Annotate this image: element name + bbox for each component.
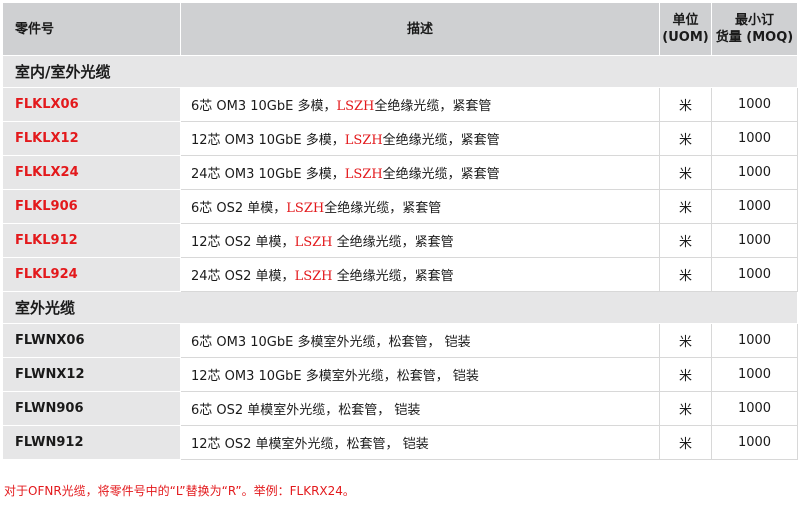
table-row: FLWNX06 6芯 OM3 10GbE 多模室外光缆，松套管， 铠装 米 10…	[2, 323, 798, 358]
header-moq: 最小订 货量 (MOQ)	[711, 2, 798, 56]
table-row: FLKLX12 12芯 OM3 10GbE 多模，LSZH全绝缘光缆，紧套管 米…	[2, 121, 798, 156]
table-row: FLKL912 12芯 OS2 单模，LSZH 全绝缘光缆，紧套管 米 1000	[2, 223, 798, 258]
moq: 1000	[711, 155, 798, 190]
moq: 1000	[711, 121, 798, 156]
moq: 1000	[711, 323, 798, 358]
description-highlight: LSZH	[286, 201, 325, 216]
header-uom-line2: (UOM)	[662, 30, 709, 45]
description: 24芯 OS2 单模，LSZH 全绝缘光缆，紧套管	[180, 257, 660, 292]
description: 24芯 OM3 10GbE 多模，LSZH全绝缘光缆，紧套管	[180, 155, 660, 190]
description-text: 全绝缘光缆，紧套管	[324, 201, 442, 216]
table-row: FLKL924 24芯 OS2 单模，LSZH 全绝缘光缆，紧套管 米 1000	[2, 257, 798, 292]
part-number: FLKLX06	[2, 87, 181, 122]
header-description: 描述	[180, 2, 660, 56]
uom: 米	[659, 223, 712, 258]
part-number: FLKL912	[2, 223, 181, 258]
uom: 米	[659, 121, 712, 156]
description-text: 6芯 OS2 单模，	[191, 201, 287, 216]
description-text: 全绝缘光缆，紧套管	[382, 167, 500, 182]
uom: 米	[659, 87, 712, 122]
moq: 1000	[711, 87, 798, 122]
description-text: 6芯 OM3 10GbE 多模，	[191, 99, 337, 114]
description-text: 全绝缘光缆，紧套管	[382, 133, 500, 148]
part-number: FLWN912	[2, 425, 181, 460]
description-highlight: LSZH	[294, 269, 333, 284]
table-row: FLKL906 6芯 OS2 单模，LSZH全绝缘光缆，紧套管 米 1000	[2, 189, 798, 224]
header-part-number: 零件号	[2, 2, 181, 56]
footnote: 对于OFNR光缆，将零件号中的“L”替换为“R”。举例：FLKRX24。	[4, 484, 355, 498]
header-moq-line2: 货量 (MOQ)	[715, 30, 794, 45]
part-number: FLKLX24	[2, 155, 181, 190]
description-text: 24芯 OS2 单模，	[191, 269, 295, 284]
description-text: 全绝缘光缆，紧套管	[374, 99, 492, 114]
description: 12芯 OS2 单模室外光缆，松套管， 铠装	[180, 425, 660, 460]
description: 6芯 OM3 10GbE 多模，LSZH全绝缘光缆，紧套管	[180, 87, 660, 122]
section-row-outdoor: 室外光缆	[2, 291, 798, 324]
product-table: 零件号 描述 单位 (UOM) 最小订 货量 (MOQ) 室内/室外光缆 FLK…	[2, 2, 798, 460]
table-row: FLWN912 12芯 OS2 单模室外光缆，松套管， 铠装 米 1000	[2, 425, 798, 460]
table-row: FLWN906 6芯 OS2 单模室外光缆，松套管， 铠装 米 1000	[2, 391, 798, 426]
uom: 米	[659, 391, 712, 426]
part-number: FLWNX06	[2, 323, 181, 358]
description-highlight: LSZH	[336, 99, 375, 114]
description-text: 全绝缘光缆，紧套管	[332, 269, 454, 284]
header-uom: 单位 (UOM)	[659, 2, 712, 56]
description: 12芯 OS2 单模，LSZH 全绝缘光缆，紧套管	[180, 223, 660, 258]
header-uom-line1: 单位	[672, 13, 699, 28]
moq: 1000	[711, 257, 798, 292]
part-number: FLWN906	[2, 391, 181, 426]
moq: 1000	[711, 391, 798, 426]
product-table-container: 零件号 描述 单位 (UOM) 最小订 货量 (MOQ) 室内/室外光缆 FLK…	[2, 2, 798, 460]
description: 6芯 OS2 单模，LSZH全绝缘光缆，紧套管	[180, 189, 660, 224]
uom: 米	[659, 155, 712, 190]
moq: 1000	[711, 357, 798, 392]
description-highlight: LSZH	[344, 167, 383, 182]
description-text: 12芯 OM3 10GbE 多模，	[191, 133, 345, 148]
description-text: 全绝缘光缆，紧套管	[332, 235, 454, 250]
section-title: 室内/室外光缆	[2, 55, 798, 88]
header-moq-line1: 最小订	[734, 13, 774, 28]
uom: 米	[659, 323, 712, 358]
part-number: FLKL906	[2, 189, 181, 224]
description: 6芯 OM3 10GbE 多模室外光缆，松套管， 铠装	[180, 323, 660, 358]
section-row-indoor-outdoor: 室内/室外光缆	[2, 55, 798, 88]
description: 12芯 OM3 10GbE 多模室外光缆，松套管， 铠装	[180, 357, 660, 392]
part-number: FLKL924	[2, 257, 181, 292]
description-highlight: LSZH	[344, 133, 383, 148]
uom: 米	[659, 189, 712, 224]
description: 6芯 OS2 单模室外光缆，松套管， 铠装	[180, 391, 660, 426]
table-row: FLKLX06 6芯 OM3 10GbE 多模，LSZH全绝缘光缆，紧套管 米 …	[2, 87, 798, 122]
uom: 米	[659, 257, 712, 292]
table-row: FLWNX12 12芯 OM3 10GbE 多模室外光缆，松套管， 铠装 米 1…	[2, 357, 798, 392]
part-number: FLKLX12	[2, 121, 181, 156]
moq: 1000	[711, 425, 798, 460]
moq: 1000	[711, 189, 798, 224]
description-text: 12芯 OS2 单模，	[191, 235, 295, 250]
section-title: 室外光缆	[2, 291, 798, 324]
uom: 米	[659, 425, 712, 460]
table-header-row: 零件号 描述 单位 (UOM) 最小订 货量 (MOQ)	[2, 2, 798, 56]
description: 12芯 OM3 10GbE 多模，LSZH全绝缘光缆，紧套管	[180, 121, 660, 156]
moq: 1000	[711, 223, 798, 258]
table-row: FLKLX24 24芯 OM3 10GbE 多模，LSZH全绝缘光缆，紧套管 米…	[2, 155, 798, 190]
part-number: FLWNX12	[2, 357, 181, 392]
description-text: 24芯 OM3 10GbE 多模，	[191, 167, 345, 182]
uom: 米	[659, 357, 712, 392]
description-highlight: LSZH	[294, 235, 333, 250]
